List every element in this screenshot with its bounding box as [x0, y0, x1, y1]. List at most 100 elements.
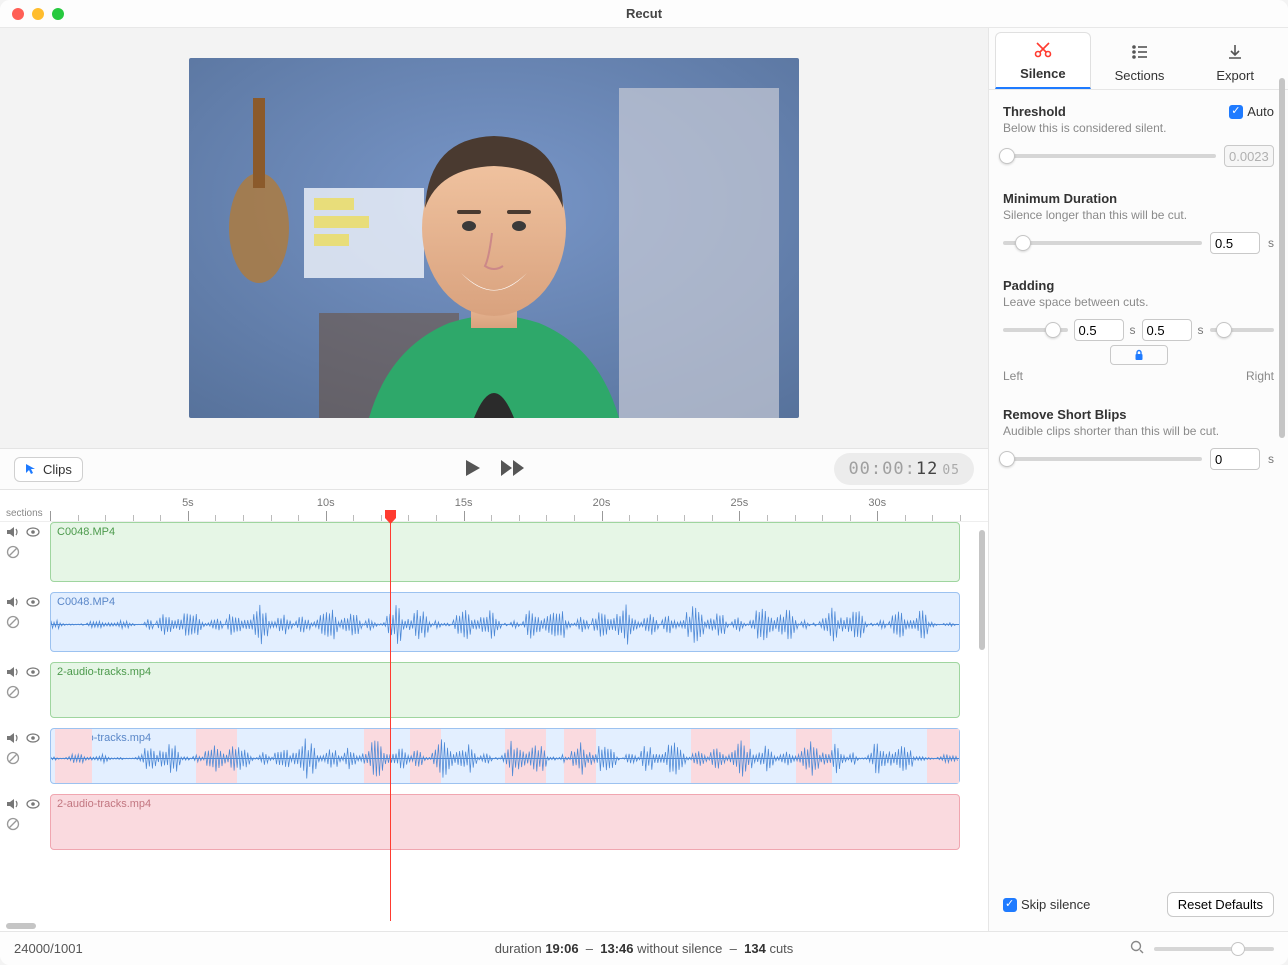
titlebar: Recut: [0, 0, 1288, 28]
speaker-icon[interactable]: [6, 666, 20, 681]
sidebar-scrollbar[interactable]: [1278, 78, 1286, 921]
fast-forward-button[interactable]: [500, 459, 526, 480]
timeline[interactable]: sections 5s10s15s20s25s30s C0048.MP4: [0, 490, 988, 921]
sections-label: sections: [6, 508, 43, 519]
threshold-value-input[interactable]: [1224, 145, 1274, 167]
disable-icon[interactable]: [6, 545, 20, 562]
scissors-icon: [1000, 41, 1086, 62]
disable-icon[interactable]: [6, 751, 20, 768]
video-preview[interactable]: [189, 58, 799, 418]
track-row: 2-audio-tracks.mp4: [0, 662, 988, 718]
lock-icon: [1133, 349, 1145, 361]
fps-label: 24000/1001: [14, 941, 83, 956]
clip[interactable]: C0048.MP4: [50, 592, 960, 652]
blips-input[interactable]: [1210, 448, 1260, 470]
clips-mode-button[interactable]: Clips: [14, 457, 83, 482]
padding-left-slider[interactable]: [1003, 328, 1068, 332]
preview-area: [0, 28, 988, 448]
download-icon: [1192, 43, 1278, 64]
track-row: C0048.MP4: [0, 592, 988, 652]
transport-bar: Clips 00:00:1205: [0, 448, 988, 490]
min-duration-input[interactable]: [1210, 232, 1260, 254]
padding-right-input[interactable]: [1142, 319, 1192, 341]
checkbox-icon: [1229, 105, 1243, 119]
padding-right-slider[interactable]: [1210, 328, 1275, 332]
clip[interactable]: 2-audio-tracks.mp4: [50, 794, 960, 850]
clip-label: C0048.MP4: [57, 526, 115, 538]
blips-section: Remove Short Blips Audible clips shorter…: [1003, 407, 1274, 470]
sidebar-tabs: Silence Sections Export: [989, 28, 1288, 90]
status-bar: 24000/1001 duration 19:06 – 13:46 withou…: [0, 931, 1288, 965]
threshold-title: Threshold: [1003, 104, 1166, 119]
checkbox-icon: [1003, 898, 1017, 912]
eye-icon[interactable]: [26, 596, 40, 611]
threshold-slider[interactable]: [1003, 154, 1216, 158]
time-ruler[interactable]: sections 5s10s15s20s25s30s: [0, 490, 988, 522]
track-body[interactable]: C0048.MP4: [50, 522, 960, 582]
min-duration-slider[interactable]: [1003, 241, 1202, 245]
track-row: 2-audio-tracks.mp4: [0, 794, 988, 850]
clip-label: 2-audio-tracks.mp4: [57, 798, 151, 810]
window-close-button[interactable]: [12, 8, 24, 20]
clip[interactable]: 2-audio-tracks.mp4: [50, 728, 960, 784]
track-row: C0048.MP4: [0, 522, 988, 582]
eye-icon[interactable]: [26, 732, 40, 747]
speaker-icon[interactable]: [6, 596, 20, 611]
track-body[interactable]: 2-audio-tracks.mp4: [50, 662, 960, 718]
skip-silence-checkbox[interactable]: Skip silence: [1003, 897, 1090, 912]
timeline-horizontal-scrollbar[interactable]: [0, 921, 988, 931]
threshold-section: Threshold Below this is considered silen…: [1003, 104, 1274, 167]
timeline-vertical-scrollbar[interactable]: [978, 530, 986, 921]
padding-left-label: Left: [1003, 369, 1023, 383]
speaker-icon[interactable]: [6, 732, 20, 747]
track-body[interactable]: C0048.MP4: [50, 592, 960, 652]
waveform: [51, 758, 959, 759]
reset-defaults-button[interactable]: Reset Defaults: [1167, 892, 1274, 917]
eye-icon[interactable]: [26, 798, 40, 813]
tab-silence[interactable]: Silence: [995, 32, 1091, 89]
eye-icon[interactable]: [26, 666, 40, 681]
eye-icon[interactable]: [26, 526, 40, 541]
clips-label: Clips: [43, 462, 72, 477]
window-minimize-button[interactable]: [32, 8, 44, 20]
padding-left-input[interactable]: [1074, 319, 1124, 341]
padding-lock-toggle[interactable]: [1110, 345, 1168, 365]
track-gutter: [0, 522, 50, 582]
track-gutter: [0, 662, 50, 718]
threshold-auto-checkbox[interactable]: Auto: [1229, 104, 1274, 119]
track-gutter: [0, 728, 50, 784]
zoom-slider[interactable]: [1154, 947, 1274, 951]
disable-icon[interactable]: [6, 817, 20, 834]
padding-section: Padding Leave space between cuts. s s: [1003, 278, 1274, 383]
pointer-icon: [25, 463, 37, 475]
clip[interactable]: 2-audio-tracks.mp4: [50, 662, 960, 718]
speaker-icon[interactable]: [6, 798, 20, 813]
min-duration-section: Minimum Duration Silence longer than thi…: [1003, 191, 1274, 254]
status-summary: duration 19:06 – 13:46 without silence –…: [495, 941, 794, 956]
play-button[interactable]: [462, 458, 482, 481]
track-row: 2-audio-tracks.mp4: [0, 728, 988, 784]
tab-sections[interactable]: Sections: [1093, 35, 1187, 89]
properties-sidebar: Silence Sections Export: [988, 28, 1288, 931]
disable-icon[interactable]: [6, 685, 20, 702]
clip[interactable]: C0048.MP4: [50, 522, 960, 582]
waveform: [51, 624, 959, 625]
zoom-icon[interactable]: [1130, 940, 1144, 957]
tab-export[interactable]: Export: [1188, 35, 1282, 89]
speaker-icon[interactable]: [6, 526, 20, 541]
app-title: Recut: [0, 6, 1288, 21]
list-icon: [1097, 43, 1183, 64]
app-window: Recut: [0, 0, 1288, 965]
track-gutter: [0, 592, 50, 652]
track-body[interactable]: 2-audio-tracks.mp4: [50, 728, 960, 784]
threshold-desc: Below this is considered silent.: [1003, 121, 1166, 135]
window-fullscreen-button[interactable]: [52, 8, 64, 20]
track-body[interactable]: 2-audio-tracks.mp4: [50, 794, 960, 850]
blips-slider[interactable]: [1003, 457, 1202, 461]
padding-right-label: Right: [1246, 369, 1274, 383]
track-gutter: [0, 794, 50, 850]
timecode-display: 00:00:1205: [834, 453, 974, 485]
disable-icon[interactable]: [6, 615, 20, 632]
clip-label: 2-audio-tracks.mp4: [57, 666, 151, 678]
timeline-tracks: C0048.MP4 C0048.MP4: [0, 522, 988, 850]
